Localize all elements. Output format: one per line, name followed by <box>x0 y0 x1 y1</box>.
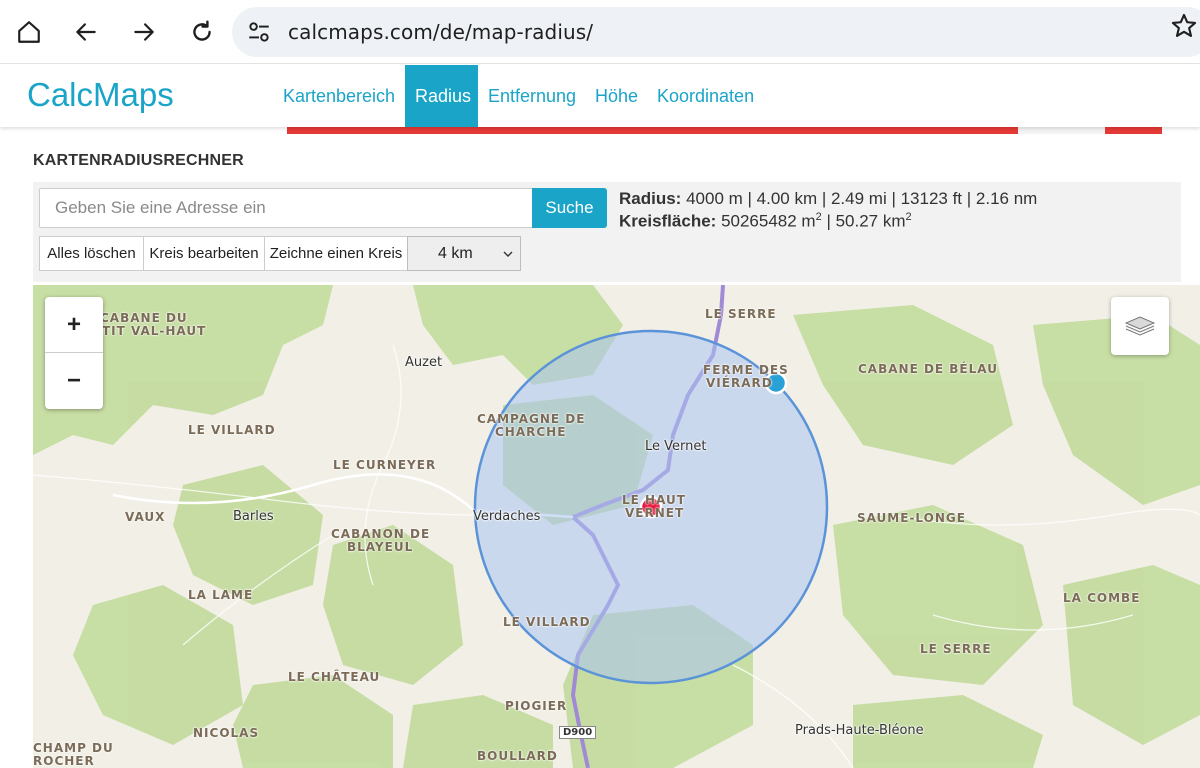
map-town: Verdaches <box>473 509 541 524</box>
home-icon[interactable] <box>9 12 49 52</box>
clear-all-button[interactable]: Alles löschen <box>39 236 144 271</box>
draw-circle-button[interactable]: Zeichne einen Kreis <box>264 236 408 271</box>
radius-tool-panel: Suche Radius: 4000 m | 4.00 km | 2.49 mi… <box>33 182 1181 282</box>
map-label: VIÉRARD <box>706 376 773 390</box>
map-label: CABANE DU <box>100 311 188 325</box>
map-label: LE VILLARD <box>503 615 591 629</box>
map-label: LE SERRE <box>920 642 992 656</box>
area-label: Kreisfläche: <box>619 211 717 231</box>
chevron-down-icon <box>503 251 513 257</box>
map-label: LE SERRE <box>705 307 777 321</box>
map-label: CHARCHE <box>495 425 567 439</box>
map-label: SAUME-LONGE <box>857 511 966 525</box>
address-input[interactable] <box>39 188 533 228</box>
radius-value: 4000 m | 4.00 km | 2.49 mi | 13123 ft | … <box>686 189 1038 208</box>
bookmark-star-icon[interactable] <box>1170 12 1198 40</box>
radius-info: Radius: 4000 m | 4.00 km | 2.49 mi | 131… <box>619 189 1037 231</box>
nav-hoehe[interactable]: Höhe <box>585 65 648 127</box>
radius-select[interactable]: 4 km <box>407 236 521 271</box>
url-text: calcmaps.com/de/map-radius/ <box>288 20 594 44</box>
map-label: BLAYEUL <box>347 540 414 554</box>
area-km2: | 50.27 km <box>821 211 906 231</box>
layers-icon <box>1124 316 1156 336</box>
radius-label: Radius: <box>619 189 682 208</box>
zoom-in-button[interactable]: + <box>45 297 103 353</box>
area-km2-exponent: 2 <box>905 211 912 223</box>
map-town: Le Vernet <box>645 439 707 454</box>
ad-banner[interactable] <box>287 127 1162 134</box>
map-town: Prads-Haute-Bléone <box>795 723 924 738</box>
map-label: CABANE DE BÉLAU <box>858 362 998 376</box>
map-terrain <box>33 285 1200 768</box>
zoom-out-button[interactable]: − <box>45 353 103 409</box>
map-label: VAUX <box>125 510 166 524</box>
back-arrow-icon[interactable] <box>66 12 106 52</box>
site-header: CalcMaps Kartenbereich Radius Entfernung… <box>0 65 1200 127</box>
site-logo[interactable]: CalcMaps <box>27 76 174 114</box>
map-label: CHAMP DU <box>33 741 114 755</box>
map-label: LA LAME <box>188 588 254 602</box>
zoom-control: + − <box>45 297 103 409</box>
map-label: NICOLAS <box>193 726 260 740</box>
site-settings-icon[interactable] <box>246 19 272 45</box>
map-label: CAMPAGNE DE <box>477 412 586 426</box>
map-label: VERNET <box>625 506 685 520</box>
map-label: LE VILLARD <box>188 423 276 437</box>
nav-radius[interactable]: Radius <box>405 65 478 127</box>
map-canvas[interactable]: CABANE DU PETIT VAL-HAUT LE SERRE FERME … <box>33 285 1200 768</box>
map-label: CABANON DE <box>331 527 431 541</box>
map-label: LE HAUT <box>622 493 686 507</box>
map-town: Barles <box>233 509 274 524</box>
map-label: LE CURNEYER <box>333 458 437 472</box>
edit-circle-button[interactable]: Kreis bearbeiten <box>143 236 265 271</box>
area-m2: 50265482 m <box>721 211 816 231</box>
map-label: FERME DES <box>703 363 789 377</box>
map-label: BOULLARD <box>477 749 558 763</box>
browser-toolbar: calcmaps.com/de/map-radius/ <box>0 0 1200 64</box>
search-button[interactable]: Suche <box>532 188 607 228</box>
map-label: PIOGIER <box>505 699 568 713</box>
reload-icon[interactable] <box>182 12 222 52</box>
radius-select-value: 4 km <box>438 244 473 262</box>
layers-button[interactable] <box>1111 297 1169 355</box>
map-label: LE CHÂTEAU <box>288 670 381 684</box>
nav-kartenbereich[interactable]: Kartenbereich <box>273 65 405 127</box>
nav-koordinaten[interactable]: Koordinaten <box>647 65 764 127</box>
nav-entfernung[interactable]: Entfernung <box>478 65 586 127</box>
road-shield: D900 <box>559 726 597 739</box>
map-label: ROCHER <box>33 754 95 768</box>
address-bar[interactable]: calcmaps.com/de/map-radius/ <box>232 7 1200 57</box>
forward-arrow-icon[interactable] <box>124 12 164 52</box>
map-town: Auzet <box>405 355 443 370</box>
map-label: LA COMBE <box>1063 591 1141 605</box>
page-title: KARTENRADIUSRECHNER <box>33 152 244 169</box>
